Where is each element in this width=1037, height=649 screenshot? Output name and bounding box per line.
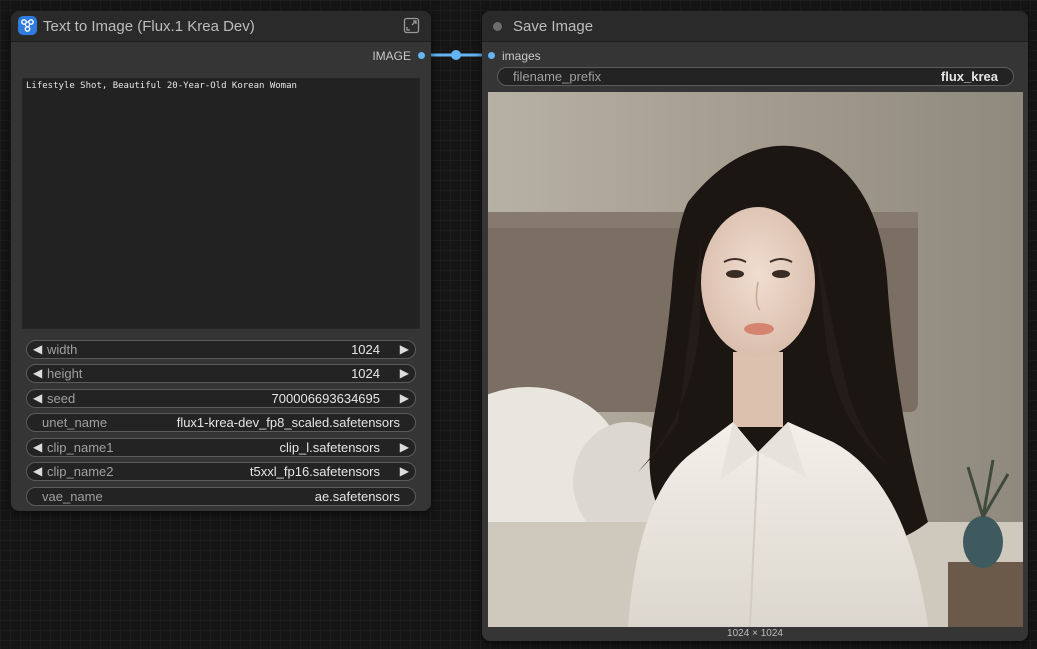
preview-dimensions-label: 1024 × 1024	[727, 628, 783, 639]
height-number-widget[interactable]: ◀ height 1024 ▶	[26, 364, 416, 383]
vae-name-combo-widget[interactable]: vae_name ae.safetensors	[26, 487, 416, 506]
node-header[interactable]: Save Image	[482, 11, 1028, 42]
widget-label: height	[47, 366, 83, 381]
widget-value: clip_l.safetensors	[279, 440, 380, 455]
widget-value: 700006693634695	[271, 391, 380, 406]
widget-value: 1024	[351, 342, 380, 357]
widget-label: vae_name	[42, 489, 103, 504]
increment-arrow-icon[interactable]: ▶	[400, 391, 409, 405]
width-number-widget[interactable]: ◀ width 1024 ▶	[26, 340, 416, 359]
widget-value: flux_krea	[940, 69, 998, 84]
increment-arrow-icon[interactable]: ▶	[400, 342, 409, 356]
next-option-arrow-icon[interactable]: ▶	[400, 464, 409, 478]
increment-arrow-icon[interactable]: ▶	[400, 366, 409, 380]
node-title: Text to Image (Flux.1 Krea Dev)	[43, 18, 255, 35]
widget-value: t5xxl_fp16.safetensors	[249, 464, 380, 479]
widget-label: clip_name1	[47, 440, 114, 455]
widget-label: unet_name	[42, 415, 108, 430]
save-image-node[interactable]: Save Image images filename_prefix flux_k…	[482, 11, 1028, 641]
widget-label: filename_prefix	[513, 69, 602, 84]
node-title: Save Image	[513, 18, 594, 35]
text-to-image-node[interactable]: Text to Image (Flux.1 Krea Dev) IMAGE Li…	[11, 11, 431, 511]
output-slot-dot[interactable]	[418, 52, 425, 59]
widget-value: ae.safetensors	[314, 489, 400, 504]
decrement-arrow-icon[interactable]: ◀	[33, 391, 42, 405]
clip-name2-combo-widget[interactable]: ◀ clip_name2 t5xxl_fp16.safetensors ▶	[26, 462, 416, 481]
previous-option-arrow-icon[interactable]: ◀	[33, 464, 42, 478]
workflow-canvas[interactable]: Text to Image (Flux.1 Krea Dev) IMAGE Li…	[0, 0, 1037, 649]
image-preview[interactable]	[488, 92, 1023, 627]
node-header[interactable]: Text to Image (Flux.1 Krea Dev)	[11, 11, 431, 42]
link-midpoint-handle	[451, 50, 461, 60]
output-slot-label: IMAGE	[372, 49, 411, 63]
subgraph-badge-icon	[18, 16, 37, 35]
widget-value: flux1-krea-dev_fp8_scaled.safetensors	[176, 415, 400, 430]
widget-value: 1024	[351, 366, 380, 381]
seed-number-widget[interactable]: ◀ seed 700006693634695 ▶	[26, 389, 416, 408]
clip-name1-combo-widget[interactable]: ◀ clip_name1 clip_l.safetensors ▶	[26, 438, 416, 457]
filename-prefix-text-widget[interactable]: filename_prefix flux_krea	[497, 67, 1014, 86]
prompt-textarea[interactable]: Lifestyle Shot, Beautiful 20-Year-Old Ko…	[22, 78, 420, 329]
unet-name-combo-widget[interactable]: unet_name flux1-krea-dev_fp8_scaled.safe…	[26, 413, 416, 432]
portrait-photo	[488, 92, 1023, 627]
decrement-arrow-icon[interactable]: ◀	[33, 366, 42, 380]
collapse-toggle-icon[interactable]	[493, 22, 502, 31]
widget-label: clip_name2	[47, 464, 114, 479]
decrement-arrow-icon[interactable]: ◀	[33, 342, 42, 356]
widget-label: width	[47, 342, 78, 357]
expand-subgraph-icon[interactable]	[403, 17, 420, 34]
previous-option-arrow-icon[interactable]: ◀	[33, 440, 42, 454]
input-slot-dot[interactable]	[488, 52, 495, 59]
next-option-arrow-icon[interactable]: ▶	[400, 440, 409, 454]
widget-label: seed	[47, 391, 76, 406]
input-slot-label: images	[502, 49, 541, 63]
